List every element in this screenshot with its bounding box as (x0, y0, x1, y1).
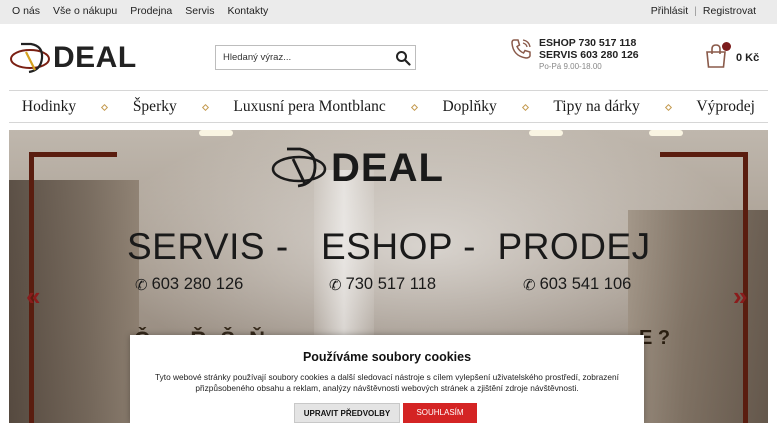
cookie-accept-button[interactable]: SOUHLASÍM (403, 403, 477, 423)
hero-ceiling-light (649, 130, 683, 136)
nav-item-montblanc[interactable]: Luxusní pera Montblanc (233, 98, 385, 116)
deal-logo-emblem-icon (271, 147, 327, 188)
servis-phone[interactable]: SERVIS 603 280 126 (539, 49, 639, 61)
hero-ceiling-light (529, 130, 563, 136)
top-link-kontakty[interactable]: Kontakty (227, 5, 268, 17)
hero-phone-number: 603 280 126 (151, 275, 244, 293)
nav-separator-icon (201, 103, 209, 111)
nav-separator-icon (410, 103, 418, 111)
hero-headline: SERVIS - ESHOP - PRODEJ (127, 226, 651, 267)
opening-hours: Po-Pá 9.00-18.00 (539, 62, 602, 71)
account-separator: | (694, 5, 697, 17)
nav-divider-bottom (9, 122, 768, 123)
top-link-prodejna[interactable]: Prodejna (130, 5, 172, 17)
register-link[interactable]: Registrovat (703, 5, 756, 17)
top-bar: O nás Vše o nákupu Prodejna Servis Konta… (0, 0, 777, 24)
phone-handset-icon: ✆ (523, 276, 536, 294)
cart-button[interactable] (704, 42, 731, 69)
phone-icon (511, 39, 531, 59)
logo-wordmark: DEAL (53, 41, 137, 74)
top-links: O nás Vše o nákupu Prodejna Servis Konta… (12, 5, 268, 17)
cookie-consent-dialog: Používáme soubory cookies Tyto webové st… (130, 335, 644, 423)
search-icon[interactable] (395, 50, 411, 66)
nav-item-vyprodej[interactable]: Výprodej (696, 98, 755, 116)
hero-ceiling-light (199, 130, 233, 136)
hero-phone-number: 603 541 106 (539, 275, 632, 293)
phone-handset-icon: ✆ (135, 276, 148, 294)
deal-logo-emblem-icon (10, 42, 50, 74)
account-links: Přihlásit | Registrovat (651, 5, 756, 17)
hero-frame-left (29, 152, 117, 423)
eshop-phone[interactable]: ESHOP 730 517 118 (539, 37, 639, 49)
slider-next-icon[interactable]: » (733, 283, 747, 309)
hero-phone-number: 730 517 118 (345, 275, 437, 293)
site-logo[interactable]: DEAL (9, 40, 136, 76)
hero-logo: DEAL (271, 144, 481, 190)
main-nav: Hodinky Šperky Luxusní pera Montblanc Do… (9, 93, 768, 121)
top-link-vse-o-nakupu[interactable]: Vše o nákupu (53, 5, 117, 17)
search-input[interactable] (216, 46, 391, 69)
cookie-title: Používáme soubory cookies (302, 350, 472, 364)
hero-phone-prodej: ✆ 603 541 106 (523, 275, 631, 294)
hero-phone-servis: ✆ 603 280 126 (135, 275, 243, 294)
cart-badge (722, 42, 731, 51)
nav-item-hodinky[interactable]: Hodinky (22, 98, 76, 116)
nav-separator-icon (521, 103, 529, 111)
nav-item-sperky[interactable]: Šperky (133, 98, 177, 116)
cookie-text: Tyto webové stránky používají soubory co… (155, 372, 619, 393)
top-link-servis[interactable]: Servis (185, 5, 214, 17)
top-link-o-nas[interactable]: O nás (12, 5, 40, 17)
nav-separator-icon (100, 103, 109, 111)
search-box (215, 45, 416, 70)
nav-separator-icon (664, 103, 672, 111)
nav-item-doplnky[interactable]: Doplňky (442, 98, 496, 116)
login-link[interactable]: Přihlásit (651, 5, 688, 17)
slider-prev-icon[interactable]: « (26, 283, 40, 309)
cart-total[interactable]: 0 Kč (736, 52, 759, 64)
nav-item-tipy-na-darky[interactable]: Tipy na dárky (553, 98, 639, 116)
hero-phone-eshop: ✆ 730 517 118 (329, 275, 436, 294)
nav-divider-top (9, 90, 768, 91)
hero-logo-wordmark: DEAL (331, 146, 444, 190)
cookie-settings-button[interactable]: UPRAVIT PŘEDVOLBY (294, 403, 400, 423)
contact-phones: ESHOP 730 517 118 SERVIS 603 280 126 (539, 37, 639, 61)
phone-handset-icon: ✆ (329, 276, 342, 294)
